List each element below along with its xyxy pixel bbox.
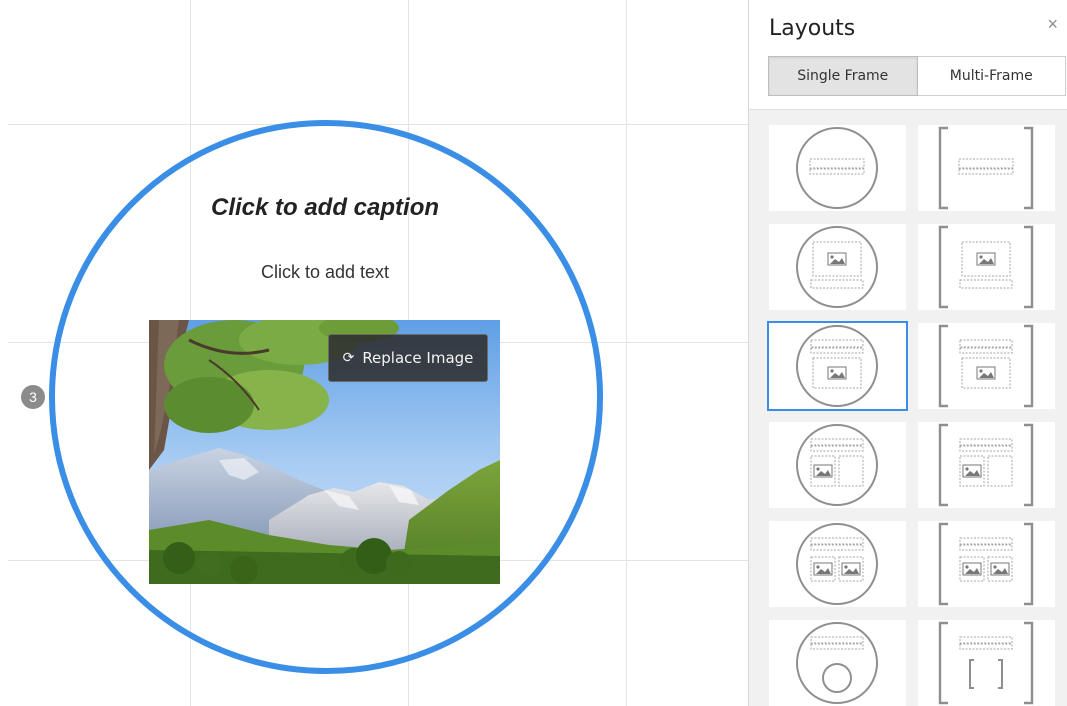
layout-option[interactable] (918, 125, 1055, 211)
layout-thumbnail-icon (938, 126, 1034, 210)
layout-option[interactable] (918, 323, 1055, 409)
grid-line (626, 0, 627, 706)
close-icon[interactable]: × (1047, 14, 1058, 35)
layout-option[interactable] (769, 620, 906, 706)
layout-thumbnail-icon (938, 621, 1034, 705)
layout-tabs: Single Frame Multi-Frame (768, 56, 1066, 96)
layouts-panel-header: Layouts × Single Frame Multi-Frame (749, 0, 1067, 110)
layout-option[interactable] (918, 521, 1055, 607)
page-number-badge: 3 (21, 385, 45, 409)
canvas: Click to add caption Click to add text ⟳… (0, 0, 748, 706)
refresh-icon: ⟳ (342, 350, 355, 366)
layout-option[interactable] (769, 125, 906, 211)
replace-image-label: Replace Image (362, 349, 474, 367)
layouts-panel: Layouts × Single Frame Multi-Frame (748, 0, 1067, 706)
layout-option[interactable] (769, 521, 906, 607)
layout-option[interactable] (918, 620, 1055, 706)
layout-thumbnail-icon (938, 522, 1034, 606)
layout-option[interactable] (767, 321, 908, 411)
layout-thumbnail-icon (796, 127, 878, 209)
layout-option[interactable] (769, 422, 906, 508)
layout-thumbnail-icon (796, 424, 878, 506)
layout-option[interactable] (769, 224, 906, 310)
layout-thumbnail-icon (938, 324, 1034, 408)
layout-option[interactable] (918, 224, 1055, 310)
tab-multi-frame[interactable]: Multi-Frame (917, 56, 1066, 96)
layout-thumbnail-icon (796, 226, 878, 308)
layout-thumbnail-icon (796, 523, 878, 605)
panel-title: Layouts (769, 16, 856, 41)
layout-thumbnail-icon (938, 225, 1034, 309)
layout-thumbnail-icon (796, 622, 878, 704)
replace-image-button[interactable]: ⟳ Replace Image (328, 334, 488, 382)
layout-thumbnail-icon (938, 423, 1034, 507)
text-placeholder[interactable]: Click to add text (150, 262, 500, 283)
tab-single-frame[interactable]: Single Frame (768, 56, 918, 96)
layout-option[interactable] (918, 422, 1055, 508)
caption-placeholder[interactable]: Click to add caption (150, 194, 500, 222)
layout-thumbnail-icon (796, 325, 878, 407)
